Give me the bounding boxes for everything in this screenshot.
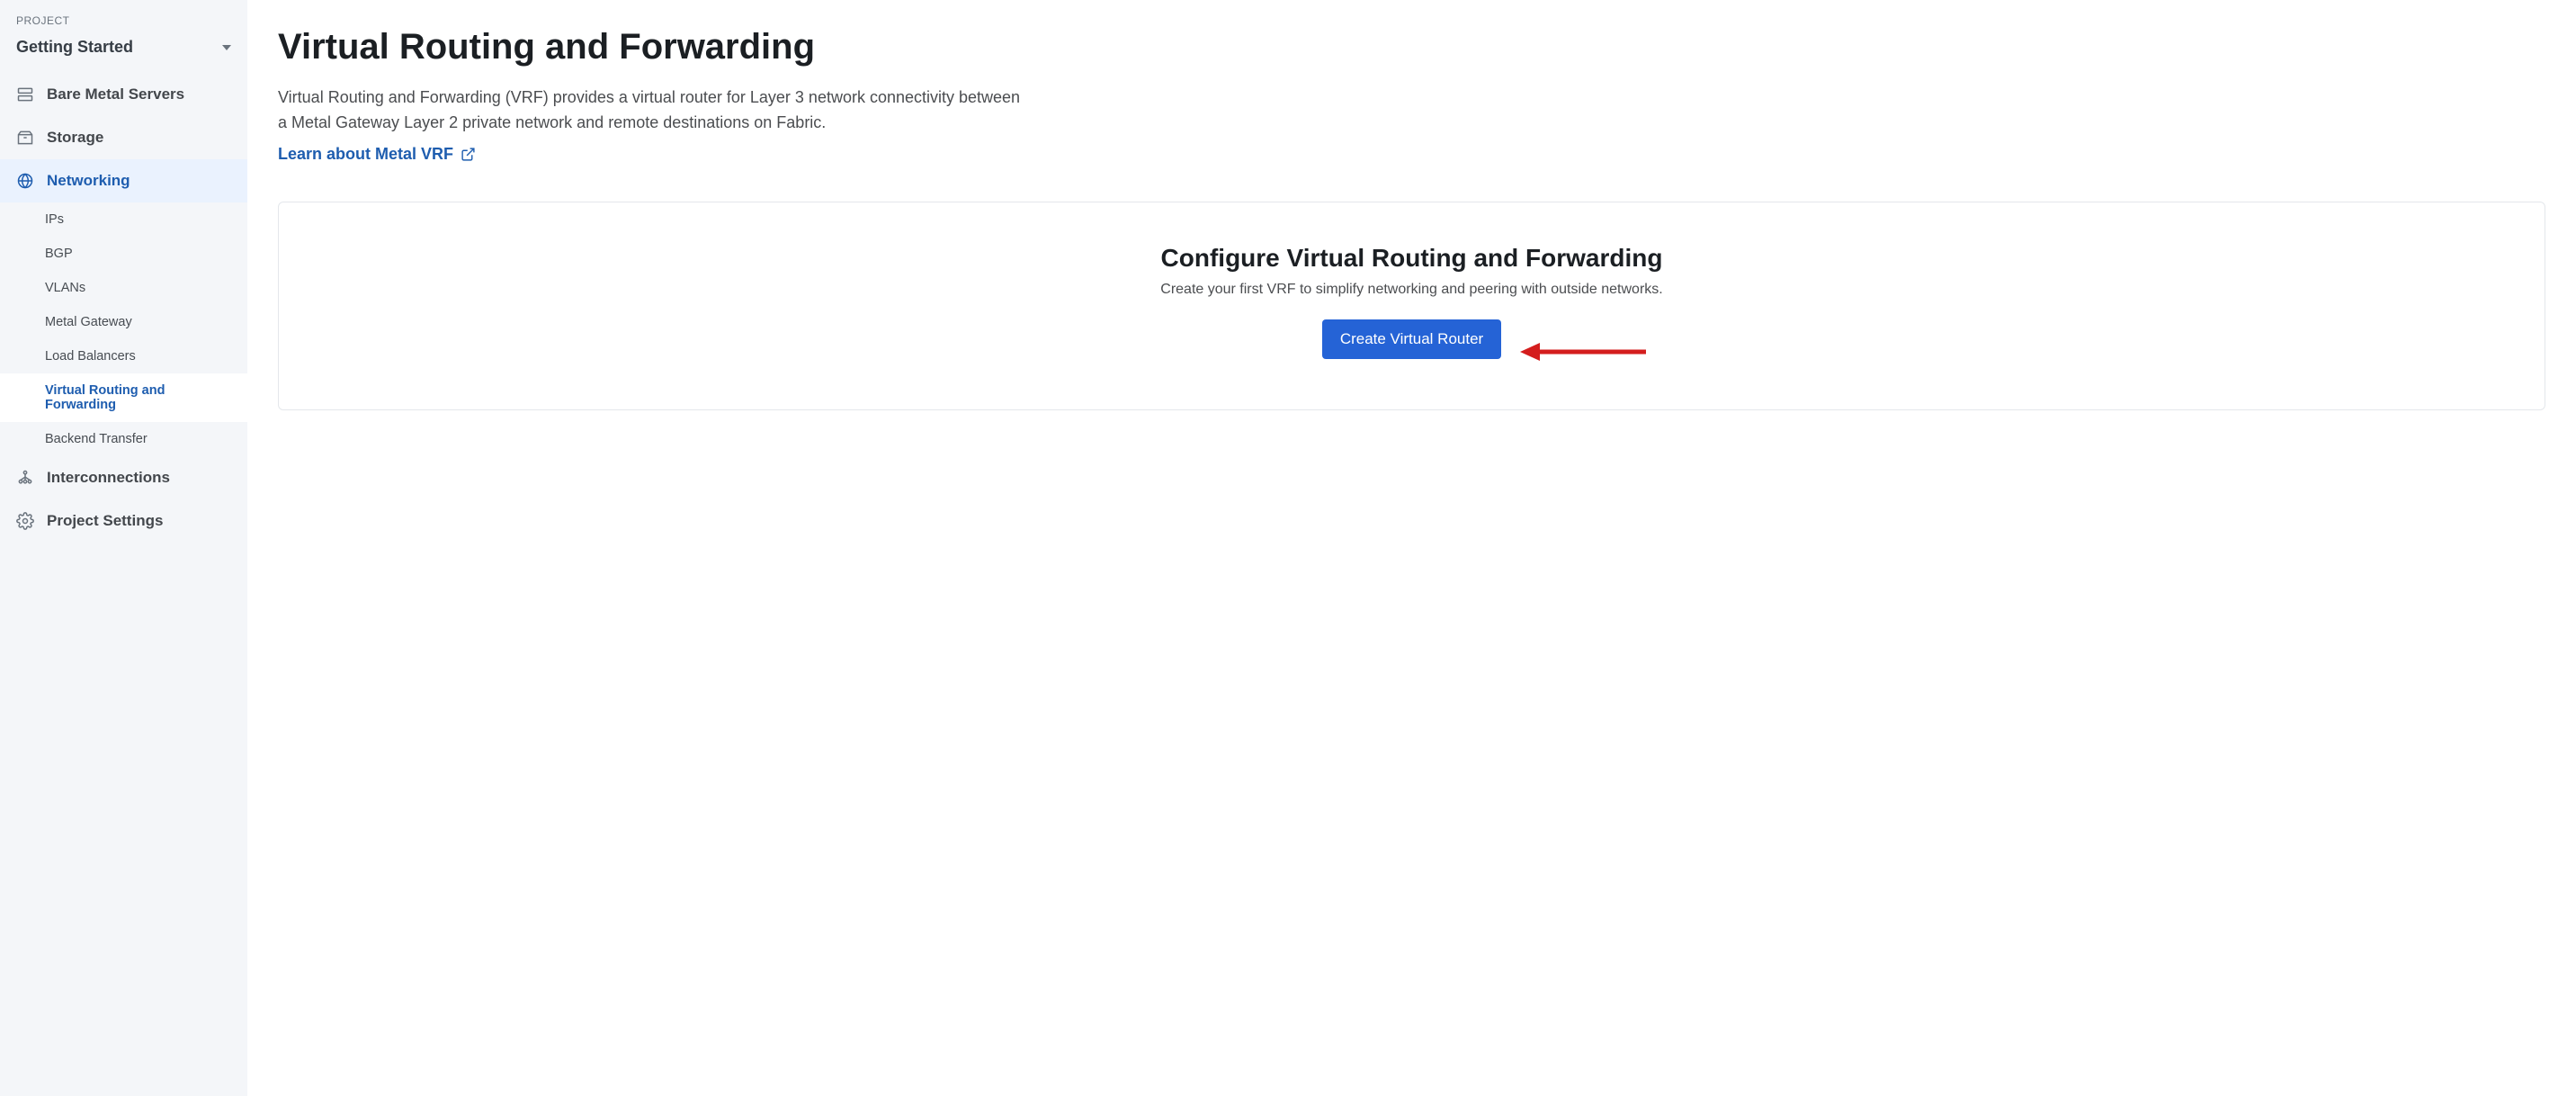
main-content: Virtual Routing and Forwarding Virtual R… (247, 0, 2576, 1096)
sidebar: PROJECT Getting Started Bare Metal Serve… (0, 0, 247, 1096)
subnav-item-vrf[interactable]: Virtual Routing and Forwarding (0, 373, 247, 422)
annotation-arrow (1520, 338, 1646, 370)
interconnections-icon (16, 469, 34, 487)
sidebar-item-label: Storage (47, 129, 103, 147)
sidebar-item-label: Project Settings (47, 512, 163, 530)
learn-more-label: Learn about Metal VRF (278, 145, 453, 164)
learn-more-link[interactable]: Learn about Metal VRF (278, 145, 476, 164)
subnav-item-vlans[interactable]: VLANs (0, 271, 247, 305)
sidebar-item-networking[interactable]: Networking (0, 159, 247, 202)
subnav-item-ips[interactable]: IPs (0, 202, 247, 237)
app-root: PROJECT Getting Started Bare Metal Serve… (0, 0, 2576, 1096)
create-virtual-router-button[interactable]: Create Virtual Router (1322, 319, 1501, 359)
networking-subnav: IPs BGP VLANs Metal Gateway Load Balance… (0, 202, 247, 456)
subnav-item-bgp[interactable]: BGP (0, 237, 247, 271)
page-description: Virtual Routing and Forwarding (VRF) pro… (278, 85, 1024, 136)
sidebar-item-project-settings[interactable]: Project Settings (0, 499, 247, 543)
sidebar-item-label: Networking (47, 172, 130, 190)
panel-title: Configure Virtual Routing and Forwarding (297, 244, 2527, 273)
storage-icon (16, 129, 34, 147)
project-name: Getting Started (16, 38, 133, 57)
project-section-label: PROJECT (0, 7, 247, 29)
subnav-item-metal-gateway[interactable]: Metal Gateway (0, 305, 247, 339)
page-title: Virtual Routing and Forwarding (278, 27, 2545, 67)
subnav-item-backend-transfer[interactable]: Backend Transfer (0, 422, 247, 456)
sidebar-item-label: Bare Metal Servers (47, 85, 184, 103)
sidebar-item-label: Interconnections (47, 469, 170, 487)
project-selector[interactable]: Getting Started (0, 29, 247, 73)
chevron-down-icon (222, 45, 231, 50)
networking-icon (16, 172, 34, 190)
sidebar-item-storage[interactable]: Storage (0, 116, 247, 159)
gear-icon (16, 512, 34, 530)
empty-state-panel: Configure Virtual Routing and Forwarding… (278, 202, 2545, 410)
external-link-icon (461, 147, 476, 162)
sidebar-item-servers[interactable]: Bare Metal Servers (0, 73, 247, 116)
sidebar-item-interconnections[interactable]: Interconnections (0, 456, 247, 499)
sidebar-nav: Bare Metal Servers Storage Networking (0, 73, 247, 543)
subnav-item-load-balancers[interactable]: Load Balancers (0, 339, 247, 373)
servers-icon (16, 85, 34, 103)
panel-subtitle: Create your first VRF to simplify networ… (297, 282, 2527, 298)
